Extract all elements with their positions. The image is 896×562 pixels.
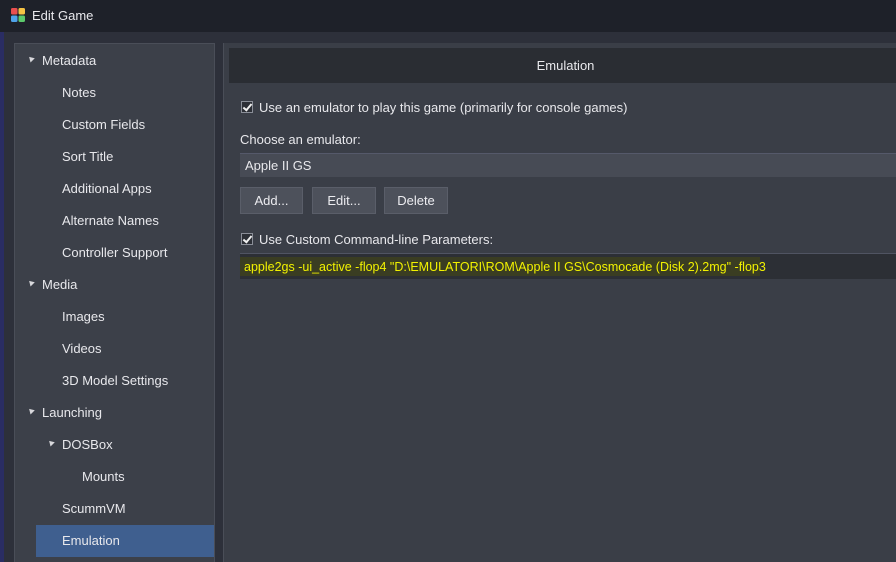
sidebar-item-label: ScummVM	[62, 501, 126, 516]
checkmark-icon	[242, 233, 253, 244]
sidebar-item-label: Videos	[62, 341, 102, 356]
sidebar-item-label: Alternate Names	[62, 213, 159, 228]
sidebar-item-notes[interactable]: Notes	[15, 77, 214, 109]
use-emulator-label[interactable]: Use an emulator to play this game (prima…	[259, 100, 627, 115]
sidebar-item-label: Images	[62, 309, 105, 324]
window-gap	[4, 32, 14, 562]
sidebar-item-label: Sort Title	[62, 149, 114, 164]
launchbox-icon	[11, 8, 25, 22]
command-line-input[interactable]: apple2gs -ui_active -flop4 "D:\EMULATORI…	[240, 253, 896, 279]
emulator-select-value: Apple II GS	[245, 158, 312, 173]
sidebar-item-dosbox[interactable]: DOSBox	[15, 429, 214, 461]
sidebar-item-media[interactable]: Media	[15, 269, 214, 301]
sidebar-item-images[interactable]: Images	[15, 301, 214, 333]
title-bar: Edit Game	[0, 0, 896, 32]
use-emulator-checkbox[interactable]	[241, 101, 253, 113]
sidebar-item-alternate-names[interactable]: Alternate Names	[15, 205, 214, 237]
sidebar-item-label: Media	[42, 277, 78, 292]
delete-emulator-button[interactable]: Delete	[384, 187, 448, 214]
choose-emulator-label: Choose an emulator:	[240, 132, 361, 147]
sidebar-item-label: Metadata	[42, 53, 97, 68]
sidebar-item-label: Launching	[42, 405, 102, 420]
sidebar-item-label: Additional Apps	[62, 181, 152, 196]
sidebar-item-label: 3D Model Settings	[62, 373, 169, 388]
edit-emulator-button[interactable]: Edit...	[312, 187, 376, 214]
sidebar-item-metadata[interactable]: Metadata	[15, 45, 214, 77]
panel-header: Emulation	[229, 48, 896, 83]
sidebar-item-label: DOSBox	[62, 437, 113, 452]
sidebar-item-controller-support[interactable]: Controller Support	[15, 237, 214, 269]
emulation-panel: Emulation Use an emulator to play this g…	[223, 43, 896, 562]
sidebar-item-additional-apps[interactable]: Additional Apps	[15, 173, 214, 205]
sidebar-item-videos[interactable]: Videos	[15, 333, 214, 365]
sidebar-item-label: Mounts	[82, 469, 125, 484]
sidebar-item-emulation[interactable]: Emulation	[36, 525, 214, 557]
custom-params-checkbox[interactable]	[241, 233, 253, 245]
sidebar-item-label: Emulation	[62, 533, 120, 548]
sidebar-item-sort-title[interactable]: Sort Title	[15, 141, 214, 173]
checkmark-icon	[242, 101, 253, 112]
window-title: Edit Game	[32, 8, 94, 23]
sidebar-item-launching[interactable]: Launching	[15, 397, 214, 429]
sidebar-item-mounts[interactable]: Mounts	[15, 461, 214, 493]
settings-sidebar: Metadata Notes Custom Fields Sort Title Addi…	[14, 43, 215, 562]
custom-params-label[interactable]: Use Custom Command-line Parameters:	[259, 232, 493, 247]
sidebar-item-label: Custom Fields	[62, 117, 146, 132]
sidebar-item-scummvm[interactable]: ScummVM	[15, 493, 214, 525]
emulator-select[interactable]: Apple II GS	[240, 153, 896, 177]
command-line-value: apple2gs -ui_active -flop4 "D:\EMULATORI…	[244, 260, 766, 274]
sidebar-item-custom-fields[interactable]: Custom Fields	[15, 109, 214, 141]
sidebar-item-label: Notes	[62, 85, 96, 100]
add-emulator-button[interactable]: Add...	[240, 187, 303, 214]
sidebar-item-label: Controller Support	[62, 245, 168, 260]
sidebar-item-3d-model-settings[interactable]: 3D Model Settings	[15, 365, 214, 397]
